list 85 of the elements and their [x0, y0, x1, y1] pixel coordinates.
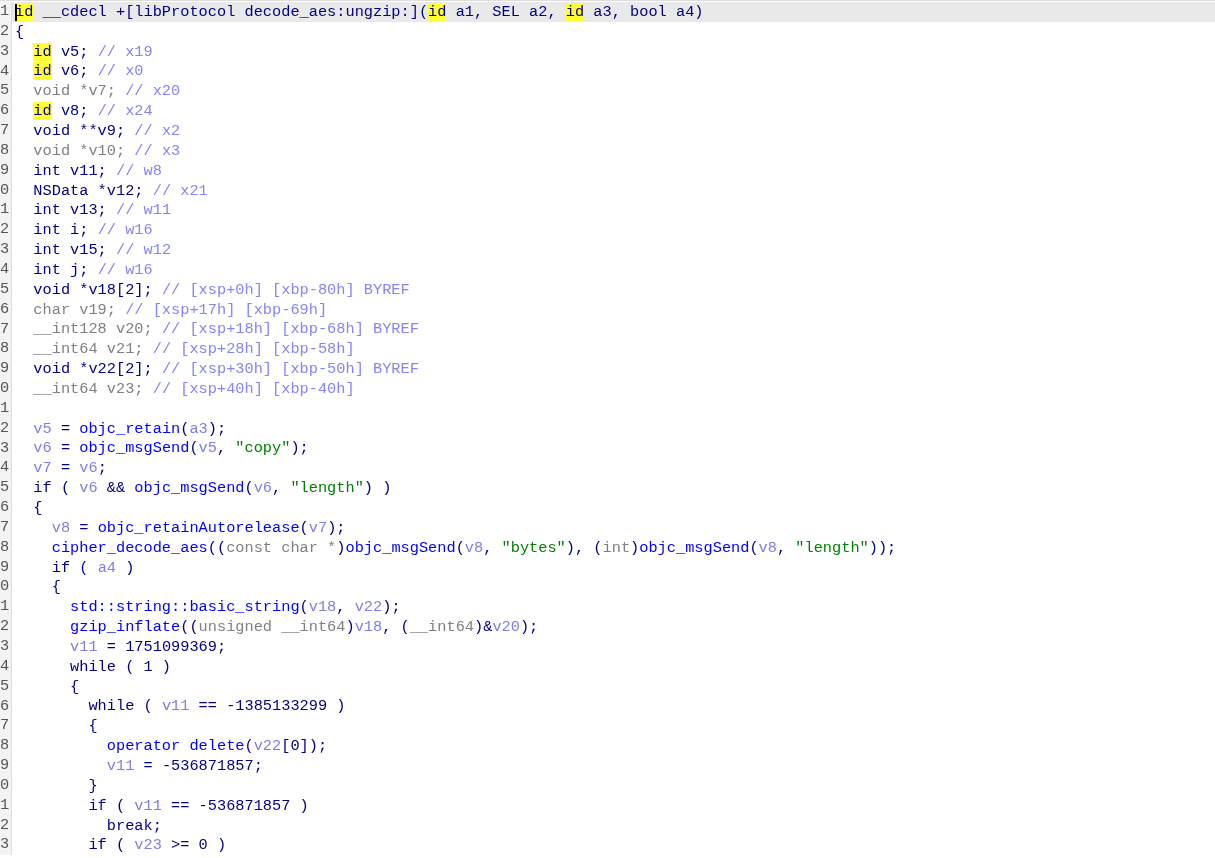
- code-line: void *v22[2]; // [xsp+30h] [xbp-50h] BYREF: [32, 360, 419, 379]
- line-number: 1: [0, 200, 12, 221]
- code-line: int v11; // w8: [32, 161, 162, 180]
- line-number: 0: [0, 379, 12, 399]
- line-number: 1: [0, 795, 12, 816]
- line-number: 1: [0, 597, 12, 618]
- code-line: v11 = -536871857;: [105, 757, 263, 775]
- line-number: 4: [0, 259, 12, 280]
- line-number: 5: [0, 676, 12, 697]
- code-line: __int128 v20; // [xsp+18h] [xbp-68h] BYREF: [32, 320, 419, 339]
- code-line: {: [69, 677, 80, 696]
- line-number: 8: [0, 339, 12, 360]
- line-number: 9: [0, 160, 12, 181]
- code-line: void **v9; // x2: [32, 122, 181, 140]
- line-number: 9: [0, 756, 12, 776]
- line-number: 9: [0, 359, 12, 380]
- line-number: 6: [0, 696, 12, 717]
- line-number: 4: [0, 458, 12, 479]
- code-line: {: [87, 717, 98, 736]
- line-number: 2: [0, 617, 12, 637]
- line-number: 6: [0, 101, 12, 122]
- code-line: operator delete(v22[0]);: [105, 737, 328, 756]
- line-number: 2: [0, 220, 12, 241]
- line-number: 5: [0, 81, 12, 102]
- line-number: 4: [0, 61, 12, 82]
- code-line: int v13; // w11: [32, 201, 172, 220]
- code-line: id v5; // x19: [32, 42, 153, 61]
- line-number: 3: [0, 835, 12, 856]
- code-line: void *v10; // x3: [32, 141, 181, 160]
- code-line: if ( a4 ): [50, 558, 135, 577]
- code-line: void *v18[2]; // [xsp+0h] [xbp-80h] BYREF: [32, 280, 410, 299]
- line-number: 2: [0, 21, 12, 42]
- line-number: 1: [0, 398, 12, 419]
- code-line: if ( v23 >= 0 ): [87, 836, 227, 855]
- line-number: 3: [0, 438, 12, 459]
- code-line: }: [87, 776, 98, 795]
- line-number: 1: [0, 2, 12, 22]
- code-line: cipher_decode_aes((const char *)objc_msgSend(v8, "bytes"), (int)objc_msgSend(v8, "length"));: [50, 538, 897, 557]
- code-line: NSData *v12; // x21: [32, 181, 208, 200]
- line-number: 0: [0, 577, 12, 598]
- line-number: 8: [0, 736, 12, 757]
- line-number: 7: [0, 517, 12, 538]
- code-line: v6 = objc_msgSend(v5, "copy");: [32, 439, 309, 458]
- code-line: {: [32, 499, 43, 517]
- code-line: while ( v11 == -1385133299 ): [87, 697, 346, 716]
- code-line: __int64 v21; // [xsp+28h] [xbp-58h]: [32, 340, 355, 359]
- line-number: 0: [0, 775, 12, 796]
- code-line: v5 = objc_retain(a3);: [32, 419, 227, 438]
- line-number: 7: [0, 716, 12, 737]
- code-line: if ( v11 == -536871857 ): [87, 796, 309, 815]
- code-line: {: [15, 22, 25, 41]
- line-number: 2: [0, 418, 12, 439]
- line-number: 3: [0, 41, 12, 62]
- line-number: 7: [0, 319, 12, 340]
- line-number: 5: [0, 478, 12, 499]
- code-line: v8 = objc_retainAutorelease(v7);: [50, 518, 346, 537]
- line-number: 6: [0, 299, 12, 320]
- code-line: void *v7; // x20: [32, 82, 181, 101]
- code-line: id v6; // x0: [32, 62, 144, 81]
- line-number: 4: [0, 656, 12, 677]
- line-number: 3: [0, 637, 12, 657]
- code-line: int i; // w16: [32, 221, 153, 240]
- line-number: 0: [0, 180, 12, 201]
- code-line: while ( 1 ): [69, 657, 172, 676]
- line-number: 8: [0, 140, 12, 161]
- code-line: std::string::basic_string(v18, v22);: [69, 598, 401, 617]
- code-line: int j; // w16: [32, 260, 153, 279]
- line-number: 7: [0, 121, 12, 141]
- code-line: v11 = 1751099369;: [69, 637, 227, 656]
- line-number: 5: [0, 279, 12, 300]
- code-line: gzip_inflate((unsigned __int64)v18, (__int64)&v20);: [69, 618, 539, 637]
- code-line: if ( v6 && objc_msgSend(v6, "length") ): [32, 479, 392, 498]
- code-line: char v19; // [xsp+17h] [xbp-69h]: [32, 300, 328, 319]
- code-line: v7 = v6;: [32, 459, 107, 478]
- code-line: id __cdecl +[libProtocol decode_aes:ungzip:](id a1, SEL a2, id a3, bool a4): [15, 2, 704, 21]
- line-number: 2: [0, 815, 12, 836]
- line-number: 9: [0, 557, 12, 578]
- code-line: __int64 v23; // [xsp+40h] [xbp-40h]: [32, 379, 355, 398]
- code-line: id v8; // x24: [32, 102, 153, 121]
- line-number: 3: [0, 240, 12, 260]
- line-number: 6: [0, 498, 12, 518]
- code-line: break;: [105, 816, 162, 835]
- code-line: int v15; // w12: [32, 241, 172, 260]
- line-number: 8: [0, 537, 12, 558]
- code-line: {: [50, 578, 61, 597]
